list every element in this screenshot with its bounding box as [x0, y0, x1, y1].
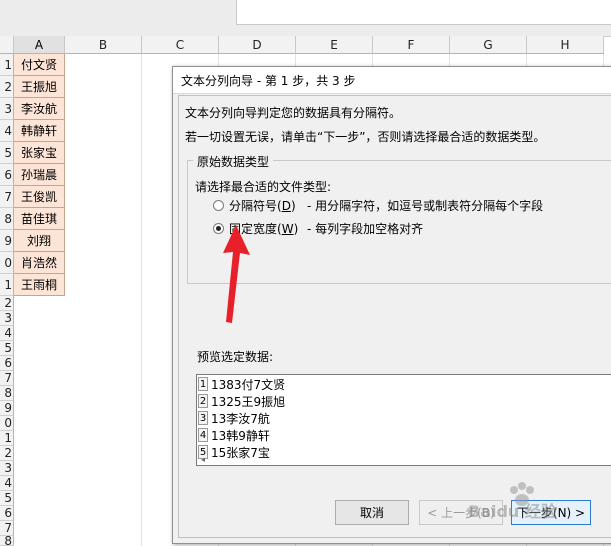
row-header[interactable]: 7	[0, 186, 14, 208]
formula-bar-area	[0, 0, 611, 37]
row-header[interactable]: 2	[0, 446, 14, 461]
scroll-left-icon[interactable]: ◂	[201, 455, 205, 464]
intro-line-2: 若一切设置无误，请单击“下一步”，否则请选择最合适的数据类型。	[185, 130, 546, 144]
preview-row-text: 13李汝7航	[211, 412, 270, 426]
preview-row-number: 2	[198, 394, 208, 408]
row-header[interactable]: 0	[0, 252, 14, 274]
cell-a3[interactable]: 李汝航	[14, 98, 65, 120]
column-header-d[interactable]: D	[219, 36, 296, 54]
preview-label: 预览选定数据:	[197, 350, 274, 364]
preview-row-number: 3	[198, 411, 208, 425]
preview-box[interactable]: 1 1383付7文贤 2 1325王9振旭 3 13李汝7航 4 13韩9静轩 …	[196, 374, 611, 466]
row-header[interactable]: 5	[0, 341, 14, 356]
column-header-e[interactable]: E	[296, 36, 373, 54]
cell-a1[interactable]: 付文贤	[14, 54, 65, 76]
intro-line-1: 文本分列向导判定您的数据具有分隔符。	[185, 106, 402, 120]
dialog-title: 文本分列向导 - 第 1 步，共 3 步	[173, 67, 611, 94]
cell-a11[interactable]: 王雨桐	[14, 274, 65, 296]
preview-row: 5 15张家7宝	[197, 443, 611, 460]
row-header[interactable]: 7	[0, 521, 14, 536]
annotation-arrow-icon	[223, 225, 250, 323]
cell-a10[interactable]: 肖浩然	[14, 252, 65, 274]
group-label: 原始数据类型	[193, 153, 274, 170]
row-header[interactable]: 4	[0, 476, 14, 491]
row-header[interactable]: 6	[0, 356, 14, 371]
row-header[interactable]: 2	[0, 296, 14, 311]
preview-row-number: 4	[198, 428, 208, 442]
row-header[interactable]: 9	[0, 230, 14, 252]
preview-row-number: 1	[198, 377, 208, 391]
row-header[interactable]: 3	[0, 311, 14, 326]
cancel-button[interactable]: 取消	[335, 500, 409, 525]
preview-row-text: 13韩9静轩	[211, 429, 270, 443]
row-header[interactable]: 6	[0, 506, 14, 521]
column-header-b[interactable]: B	[65, 36, 142, 54]
row-header[interactable]: 3	[0, 98, 14, 120]
choose-type-label: 请选择最合适的文件类型:	[195, 180, 332, 194]
row-header[interactable]: 5	[0, 491, 14, 506]
row-header[interactable]: 0	[0, 416, 14, 431]
row-header[interactable]: 5	[0, 142, 14, 164]
column-header-h[interactable]: H	[527, 36, 604, 54]
row-header[interactable]: 1	[0, 54, 14, 76]
option-delimited-desc: - 用分隔字符，如逗号或制表符分隔每个字段	[307, 199, 544, 213]
option-fixed-width-desc: - 每列字段加空格对齐	[307, 222, 424, 236]
watermark-text: Baidu 经验	[468, 502, 557, 521]
select-all-corner[interactable]	[0, 36, 14, 54]
preview-row: 1 1383付7文贤	[197, 375, 611, 392]
row-header[interactable]: 7	[0, 371, 14, 386]
cell-a2[interactable]: 王振旭	[14, 76, 65, 98]
option-delimited-tail: )	[290, 199, 296, 213]
cell-a4[interactable]: 韩静轩	[14, 120, 65, 142]
row-header[interactable]: 8	[0, 386, 14, 401]
column-header-g[interactable]: G	[450, 36, 527, 54]
watermark: Baidu 经验	[462, 476, 611, 524]
preview-row-text: 1383付7文贤	[211, 378, 286, 392]
row-header[interactable]: 4	[0, 120, 14, 142]
formula-input[interactable]	[236, 0, 611, 25]
row-header[interactable]: 9	[0, 401, 14, 416]
radio-delimited[interactable]	[213, 200, 224, 211]
column-header-a[interactable]: A	[14, 36, 65, 54]
cell-a6[interactable]: 孙瑞晨	[14, 164, 65, 186]
preview-row-text: 1325王9振旭	[211, 395, 286, 409]
row-header[interactable]: 8	[0, 208, 14, 230]
preview-row: 2 1325王9振旭	[197, 392, 611, 409]
preview-row-text: 15张家7宝	[211, 446, 270, 460]
option-delimited-text: 分隔符号(	[229, 199, 282, 213]
cell-a7[interactable]: 王俊凯	[14, 186, 65, 208]
option-delimited-label[interactable]: 分隔符号(D)	[229, 197, 296, 214]
option-delimited-key: D	[281, 199, 291, 213]
gridline	[141, 54, 142, 546]
cell-a5[interactable]: 张家宝	[14, 142, 65, 164]
option-fixed-key: W	[281, 222, 294, 236]
row-header[interactable]: 8	[0, 536, 14, 546]
row-header[interactable]: 1	[0, 274, 14, 296]
option-fixed-tail: )	[293, 222, 299, 236]
row-header[interactable]: 6	[0, 164, 14, 186]
row-header[interactable]: 2	[0, 76, 14, 98]
column-header-c[interactable]: C	[142, 36, 219, 54]
cell-a8[interactable]: 苗佳琪	[14, 208, 65, 230]
preview-row: 3 13李汝7航	[197, 409, 611, 426]
column-header-f[interactable]: F	[373, 36, 450, 54]
row-header[interactable]: 4	[0, 326, 14, 341]
row-header[interactable]: 1	[0, 431, 14, 446]
row-header[interactable]: 3	[0, 461, 14, 476]
preview-row: 4 13韩9静轩	[197, 426, 611, 443]
cell-a9[interactable]: 刘翔	[14, 230, 65, 252]
